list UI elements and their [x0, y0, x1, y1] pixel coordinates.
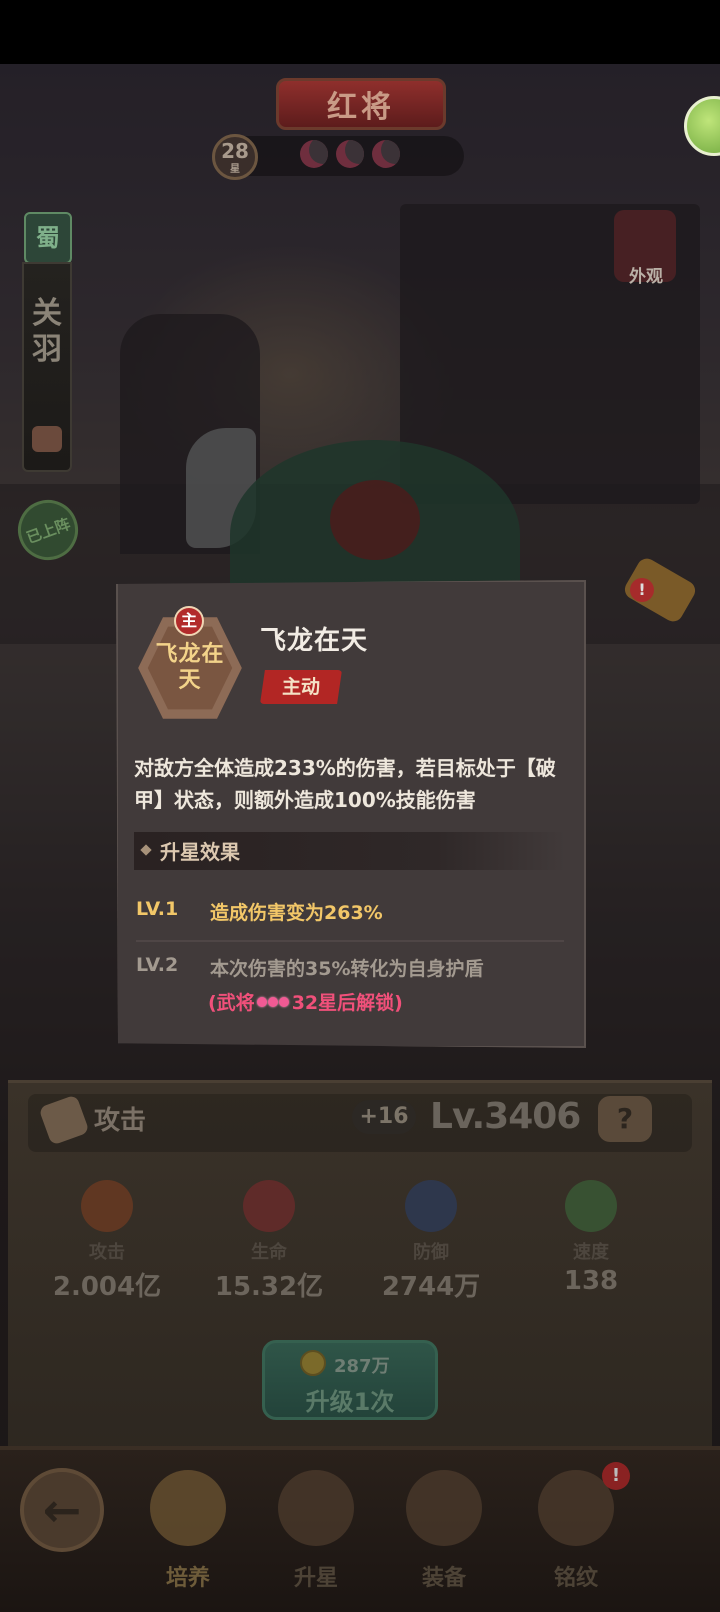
level-tag: LV.2 — [136, 954, 179, 976]
attack-icon — [81, 1180, 133, 1232]
skill-name: 飞龙在天 — [260, 626, 369, 656]
stat-value: 138 — [563, 1266, 619, 1296]
skill-type-tag: 主动 — [260, 670, 342, 704]
rank-label: 红将 — [327, 90, 395, 125]
equipment-icon — [406, 1470, 482, 1546]
gem-icon — [256, 996, 290, 1007]
horse-icon — [32, 426, 62, 452]
level-effect: 本次伤害的35%转化为自身护盾 — [210, 958, 484, 980]
alert-icon: ! — [630, 578, 654, 602]
divider — [136, 940, 564, 942]
moon-icon — [336, 140, 364, 168]
help-button[interactable]: ? — [598, 1096, 652, 1142]
stat-label: 防御 — [413, 1242, 449, 1263]
attribute-level: Lv.3406 — [430, 1096, 581, 1137]
level-tag: LV.1 — [136, 898, 179, 920]
tab-label: 铭纹 — [553, 1566, 598, 1591]
stat-attack: 攻击 2.004亿 — [32, 1180, 182, 1303]
tab-equipment[interactable]: 装备 — [394, 1462, 494, 1602]
level-effect: 造成伤害变为263% — [210, 902, 383, 924]
unlock-prefix: (武将 — [208, 992, 255, 1014]
stat-speed: 速度 138 — [516, 1180, 666, 1296]
tab-star-up[interactable]: 升星 — [266, 1462, 366, 1602]
health-icon — [243, 1180, 295, 1232]
stat-label: 生命 — [251, 1242, 287, 1263]
star-count: 28 — [221, 139, 249, 163]
stat-value: 2.004亿 — [52, 1272, 162, 1302]
stat-label: 攻击 — [89, 1242, 125, 1263]
moon-icon — [300, 140, 328, 168]
notification-badge: ! — [602, 1462, 630, 1490]
defense-icon — [405, 1180, 457, 1232]
stat-label: 速度 — [573, 1242, 609, 1263]
unlock-requirement: (武将 32星后解锁) — [208, 988, 403, 1015]
hero-name: 关羽 — [32, 296, 62, 367]
upgrade-label[interactable]: 升级1次 — [262, 1382, 438, 1417]
faction-badge: 蜀 — [24, 212, 72, 264]
stat-defense: 防御 2744万 — [356, 1180, 506, 1303]
star-unit: 星 — [230, 164, 240, 175]
attribute-bonus: +16 — [352, 1100, 416, 1134]
star-count-badge: 28 星 — [212, 134, 258, 180]
skin-label[interactable]: 外观 — [618, 262, 674, 287]
speed-icon — [565, 1180, 617, 1232]
tab-label: 培养 — [165, 1566, 210, 1591]
attribute-label: 攻击 — [94, 1106, 147, 1136]
rank-banner: 红将 — [276, 78, 446, 130]
skill-icon-text: 飞龙在天 — [155, 642, 225, 693]
skill-description: 对敌方全体造成233%的伤害，若目标处于【破甲】状态，则额外造成100%技能伤害 — [134, 756, 556, 812]
upgrade-cost: 287万 — [334, 1356, 390, 1377]
tab-cultivate[interactable]: 培养 — [138, 1462, 238, 1602]
star-up-icon — [278, 1470, 354, 1546]
coin-icon — [300, 1350, 326, 1376]
back-button[interactable]: ← — [20, 1468, 104, 1552]
moon-icon — [372, 140, 400, 168]
main-skill-badge: 主 — [174, 606, 204, 636]
tab-label: 升星 — [293, 1566, 338, 1591]
unlock-suffix: 32星后解锁) — [291, 992, 403, 1014]
stat-health: 生命 15.32亿 — [194, 1180, 344, 1303]
stat-value: 15.32亿 — [214, 1272, 324, 1302]
status-bar — [0, 0, 720, 64]
cultivate-icon — [150, 1470, 226, 1546]
section-title: 升星效果 — [160, 840, 240, 864]
stat-value: 2744万 — [381, 1272, 481, 1302]
tab-label: 装备 — [421, 1566, 466, 1591]
